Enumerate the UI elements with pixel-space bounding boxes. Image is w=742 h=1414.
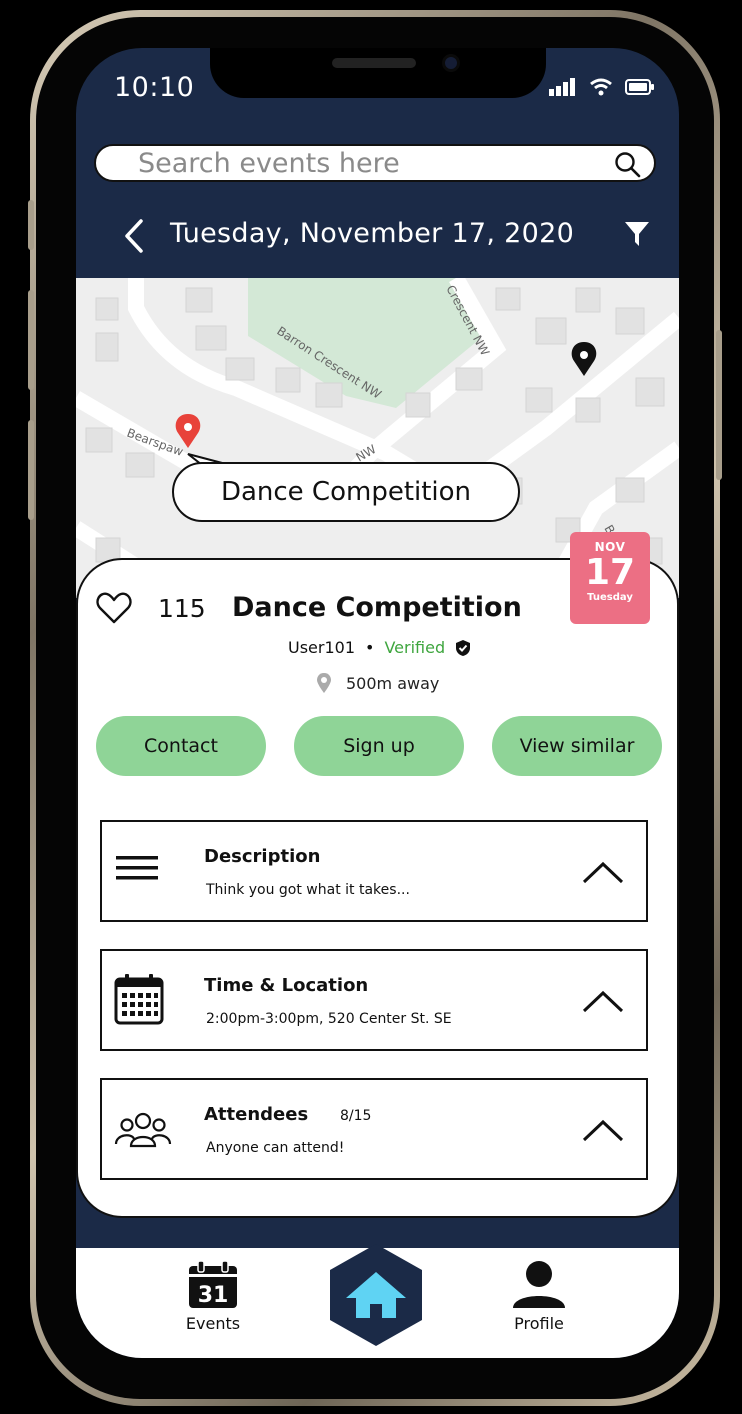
nav-profile[interactable]: Profile [508, 1260, 570, 1333]
search-placeholder: Search events here [138, 148, 400, 179]
nav-events[interactable]: 31 Events [184, 1260, 242, 1333]
profile-user-icon [513, 1261, 565, 1308]
location-pin-icon [317, 673, 331, 693]
map-callout[interactable]: Dance Competition [172, 462, 520, 522]
attendees-title: Attendees [204, 1104, 309, 1125]
date-badge: NOV 17 Tuesday [570, 532, 650, 624]
battery-icon [625, 79, 654, 95]
notch [210, 48, 546, 98]
volume-down-button [28, 420, 34, 520]
time-location-section[interactable]: Time & Location 2:00pm-3:00pm, 520 Cente… [100, 949, 648, 1051]
attendees-count: 8/15 [340, 1108, 372, 1124]
home-icon[interactable] [328, 1242, 424, 1346]
attendees-section[interactable]: Attendees 8/15 Anyone can attend! [100, 1078, 648, 1180]
map-callout-label: Dance Competition [220, 477, 472, 507]
organizer-row: User101 • Verified [288, 638, 471, 657]
view-similar-button-label: View similar [519, 735, 635, 757]
chevron-up-icon[interactable] [582, 989, 624, 1013]
search-icon[interactable] [614, 151, 642, 179]
heart-icon[interactable] [96, 592, 132, 624]
time-location-text: 2:00pm-3:00pm, 520 Center St. SE [206, 1011, 452, 1027]
organizer-name[interactable]: User101 [288, 638, 355, 657]
calendar-day-number: 31 [198, 1283, 229, 1308]
sign-up-button-label: Sign up [343, 735, 415, 757]
chevron-up-icon[interactable] [582, 1118, 624, 1142]
calendar-icon [114, 974, 164, 1025]
menu-lines-icon [116, 856, 158, 880]
bottom-navigation: 31 Events Profile [76, 1244, 679, 1358]
contact-button-label: Contact [144, 735, 218, 757]
app-screen: 10:10 Search events here Tuesday, Novemb… [76, 48, 679, 1358]
description-section[interactable]: Description Think you got what it takes.… [100, 820, 648, 922]
nav-profile-label: Profile [514, 1314, 564, 1333]
chevron-left-icon[interactable] [122, 218, 146, 254]
time-location-title: Time & Location [204, 975, 369, 996]
group-people-icon [114, 1112, 172, 1148]
attendees-text: Anyone can attend! [206, 1140, 345, 1156]
status-time: 10:10 [114, 72, 195, 103]
contact-button[interactable]: Contact [96, 716, 266, 776]
distance-row: 500m away [316, 672, 439, 694]
calendar-31-icon: 31 [189, 1260, 237, 1308]
status-icons [549, 78, 655, 96]
view-similar-button[interactable]: View similar [492, 716, 662, 776]
sign-up-button[interactable]: Sign up [294, 716, 464, 776]
selected-date[interactable]: Tuesday, November 17, 2020 [170, 218, 574, 249]
distance-text: 500m away [346, 673, 440, 693]
date-navigation: Tuesday, November 17, 2020 [76, 208, 679, 268]
front-camera [442, 54, 460, 72]
wifi-icon [590, 78, 612, 96]
nav-events-label: Events [185, 1314, 241, 1333]
search-input[interactable]: Search events here [94, 144, 656, 182]
filter-icon[interactable] [624, 220, 650, 248]
event-title: Dance Competition [232, 592, 522, 623]
signal-icon [549, 78, 575, 96]
badge-day: 17 [584, 552, 636, 593]
description-text: Think you got what it takes... [206, 882, 410, 898]
volume-up-button [28, 290, 34, 390]
description-title: Description [204, 846, 321, 867]
separator-dot: • [365, 638, 375, 657]
chevron-up-icon[interactable] [582, 860, 624, 884]
mute-switch [28, 200, 34, 250]
like-count: 115 [158, 594, 206, 623]
verified-shield-icon [456, 639, 471, 656]
badge-weekday: Tuesday [587, 592, 633, 603]
verified-label: Verified [384, 638, 446, 657]
power-button [716, 330, 722, 480]
speaker-grille [332, 58, 416, 68]
